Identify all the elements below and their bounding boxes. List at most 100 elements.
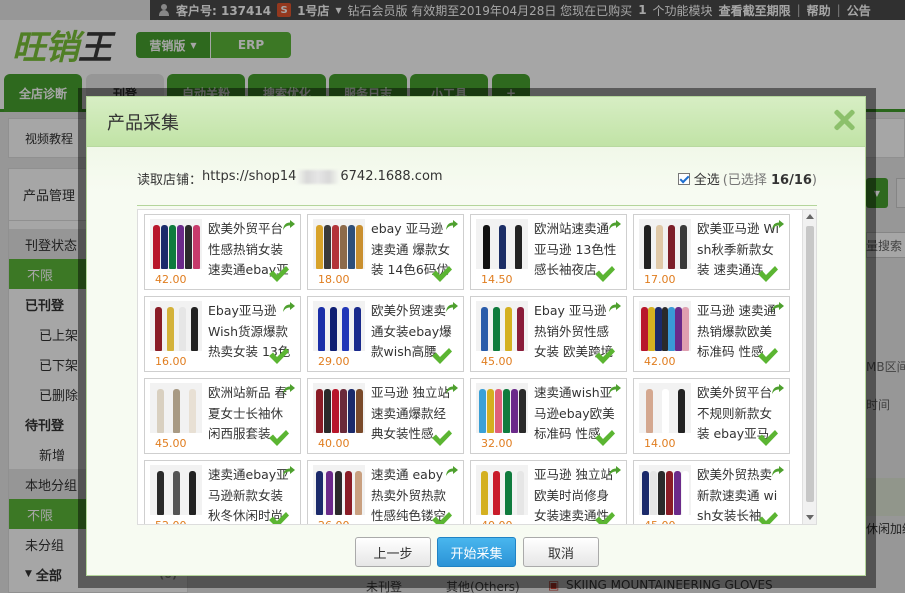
share-icon[interactable] — [608, 383, 622, 395]
store-label: 读取店铺： — [137, 173, 203, 188]
selected-check-icon[interactable] — [757, 429, 779, 447]
selected-check-icon[interactable] — [757, 347, 779, 365]
share-icon[interactable] — [608, 301, 622, 313]
product-card[interactable]: 14.00欧美外贸平台不规则新款女装 ebay亚马逊 — [633, 378, 790, 454]
model-figure — [347, 389, 355, 433]
product-thumbnail — [150, 301, 202, 351]
product-card[interactable]: 29.00 欧美外贸速卖通女装ebay爆款wish高腰 — [307, 296, 464, 372]
product-price: 17.00 — [644, 273, 676, 286]
share-icon[interactable] — [282, 383, 296, 395]
share-icon[interactable] — [771, 465, 785, 477]
selected-check-icon[interactable] — [268, 265, 290, 283]
previous-step-button[interactable]: 上一步 — [355, 537, 431, 567]
model-figure — [677, 389, 685, 433]
product-card[interactable]: 40.00亚马逊 独立站 欧美时尚修身女装速卖通性 — [470, 460, 627, 525]
model-figure — [504, 307, 512, 351]
product-card[interactable]: 45.00欧美外贸热卖新款速卖通 wish女装长袖 — [633, 460, 790, 525]
product-card[interactable]: 42.00 欧美外贸平台性感热销女装 速卖通ebay亚 — [144, 214, 301, 290]
share-icon[interactable] — [445, 301, 459, 313]
share-icon[interactable] — [608, 219, 622, 231]
redacted-text — [296, 170, 341, 184]
model-figure — [335, 471, 343, 515]
selected-count: (已选择 16/16) — [722, 173, 817, 188]
share-icon[interactable] — [445, 219, 459, 231]
model-figure — [641, 307, 648, 351]
product-card[interactable]: 45.00 欧洲站新品 春夏女士长袖休闲西服套装 — [144, 378, 301, 454]
product-price: 14.00 — [644, 437, 676, 450]
share-icon[interactable] — [282, 219, 296, 231]
product-card[interactable]: 42.00 亚马逊 速卖通 热销爆款欧美标准码 性感 — [633, 296, 790, 372]
cancel-button[interactable]: 取消 — [523, 537, 599, 567]
model-figure — [518, 389, 526, 433]
product-price: 52.00 — [155, 519, 187, 524]
product-price: 16.00 — [155, 355, 187, 368]
selected-check-icon[interactable] — [594, 347, 616, 365]
model-figure — [643, 225, 651, 269]
product-list: 42.00 欧美外贸平台性感热销女装 速卖通ebay亚 18.00 ebay 亚马逊 … — [137, 209, 817, 525]
scroll-down-icon[interactable] — [806, 515, 814, 520]
model-figure — [160, 225, 168, 269]
product-thumbnail — [476, 219, 528, 269]
start-collect-button[interactable]: 开始采集 — [437, 537, 516, 567]
selected-check-icon[interactable] — [431, 347, 453, 365]
product-price: 45.00 — [481, 355, 513, 368]
model-figure — [502, 389, 510, 433]
model-figure — [329, 307, 337, 351]
selected-check-icon[interactable] — [268, 429, 290, 447]
model-figure — [176, 225, 184, 269]
select-all-control[interactable]: 全选 (已选择 16/16) — [677, 169, 817, 188]
scrollbar-thumb[interactable] — [806, 226, 814, 502]
product-card[interactable]: 52.00速卖通ebay亚马逊新款女装秋冬休闲时尚 — [144, 460, 301, 525]
product-card[interactable]: 17.00 欧美亚马逊 Wish秋季新款女装 速卖通连 — [633, 214, 790, 290]
product-thumbnail — [639, 465, 691, 515]
dialog-title: 产品采集 — [107, 112, 179, 134]
selected-check-icon[interactable] — [268, 511, 290, 525]
product-card[interactable]: 14.50 欧洲站速卖通 亚马逊 13色性感长袖夜店 — [470, 214, 627, 290]
model-figure — [353, 307, 361, 351]
select-all-checkbox[interactable] — [677, 172, 690, 185]
close-icon[interactable] — [833, 109, 855, 131]
model-figure — [482, 225, 490, 269]
product-price: 40.00 — [318, 437, 350, 450]
product-card[interactable]: 26.00速卖通 eaby热卖外贸热款 性感纯色镂空长 — [307, 460, 464, 525]
share-icon[interactable] — [771, 383, 785, 395]
selected-check-icon[interactable] — [594, 429, 616, 447]
model-figure — [317, 307, 325, 351]
product-thumbnail — [476, 301, 528, 351]
share-icon[interactable] — [282, 301, 296, 313]
selected-check-icon[interactable] — [431, 265, 453, 283]
product-price: 32.00 — [481, 437, 513, 450]
share-icon[interactable] — [771, 301, 785, 313]
selected-check-icon[interactable] — [431, 511, 453, 525]
model-figure — [172, 471, 180, 515]
selected-check-icon[interactable] — [594, 265, 616, 283]
model-figure — [492, 471, 500, 515]
product-price: 40.00 — [481, 519, 513, 524]
share-icon[interactable] — [771, 219, 785, 231]
selected-check-icon[interactable] — [757, 511, 779, 525]
product-thumbnail — [150, 465, 202, 515]
selected-check-icon[interactable] — [594, 511, 616, 525]
model-figure — [323, 389, 331, 433]
model-figure — [331, 225, 339, 269]
model-figure — [339, 389, 347, 433]
product-card[interactable]: 32.00 速卖通wish亚马逊ebay欧美标准码 性感 — [470, 378, 627, 454]
divider — [137, 205, 817, 206]
share-icon[interactable] — [445, 465, 459, 477]
scroll-up-icon[interactable] — [806, 214, 814, 219]
selected-check-icon[interactable] — [757, 265, 779, 283]
share-icon[interactable] — [282, 465, 296, 477]
scrollbar[interactable] — [802, 210, 816, 524]
selected-check-icon[interactable] — [268, 347, 290, 365]
model-figure — [156, 389, 164, 433]
store-url-start: https://shop14 — [202, 169, 297, 184]
product-card[interactable]: 45.00 Ebay 亚马逊热销外贸性感女装 欧美跨境 — [470, 296, 627, 372]
product-card[interactable]: 18.00ebay 亚马逊 速卖通 爆款女装 14色6码优雅性 — [307, 214, 464, 290]
share-icon[interactable] — [608, 465, 622, 477]
share-icon[interactable] — [445, 383, 459, 395]
product-card[interactable]: 16.00 Ebay亚马逊 Wish货源爆款 热卖女装 13色 — [144, 296, 301, 372]
selected-check-icon[interactable] — [431, 429, 453, 447]
model-figure — [178, 307, 186, 351]
product-card[interactable]: 40.00 亚马逊 独立站 速卖通爆款经典女装性感 — [307, 378, 464, 454]
model-figure — [347, 225, 355, 269]
